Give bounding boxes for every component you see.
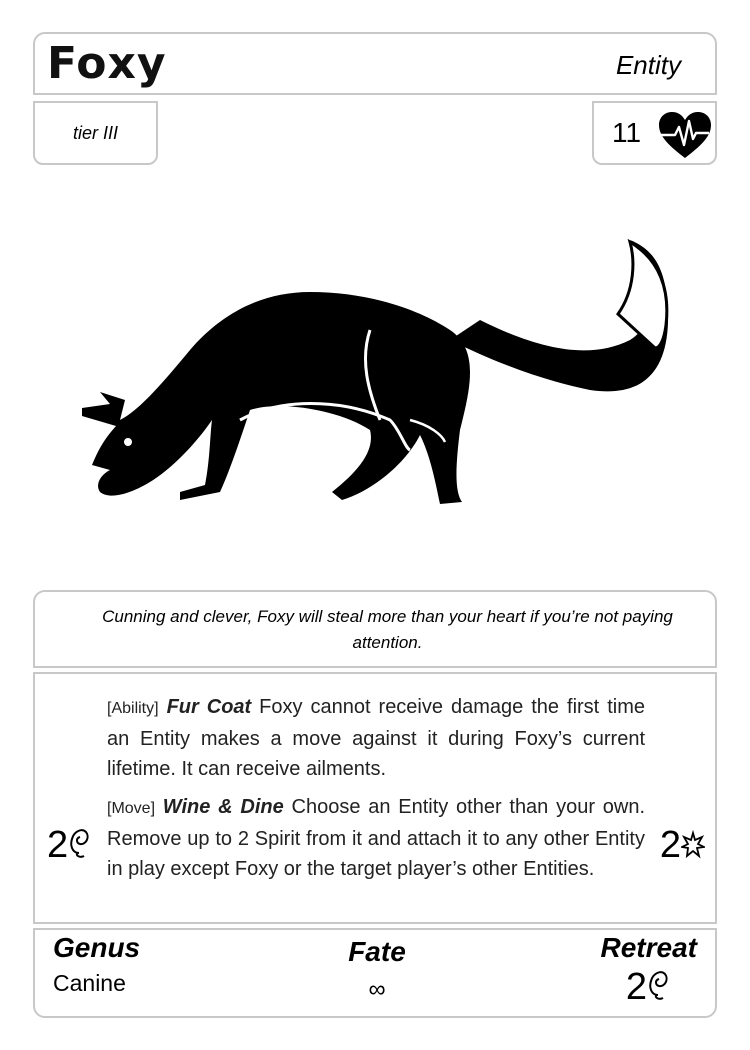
hp-value: 11 <box>612 117 642 148</box>
ability-name: Fur Coat <box>166 696 252 718</box>
fate-value: ∞ <box>368 976 386 1003</box>
spirit-icon <box>70 829 89 858</box>
footer-box: Genus Canine Fate ∞ Retreat 2 <box>33 928 717 1018</box>
burst-icon <box>679 829 707 859</box>
ability-fur-coat: [Ability] Fur Coat Foxy cannot receive d… <box>107 692 645 784</box>
flavor-text: Cunning and clever, Foxy will steal more… <box>102 607 673 652</box>
retreat-label: Retreat <box>600 932 697 963</box>
move-cost-value: 2 <box>47 824 69 866</box>
title-bar: Foxy Entity <box>33 32 717 95</box>
move-tag: [Move] <box>107 800 156 817</box>
retreat-cost: 2 <box>626 966 669 1009</box>
ability-text-block: [Ability] Fur Coat Foxy cannot receive d… <box>107 692 645 892</box>
spirit-icon <box>649 971 668 1000</box>
abilities-box: 2 [Ability] Fur Coat Foxy cannot receive… <box>33 672 717 924</box>
move-wine-and-dine: [Move] Wine & Dine Choose an Entity othe… <box>107 792 645 884</box>
card-name: Foxy <box>47 38 167 89</box>
retreat-cost-value: 2 <box>625 966 647 1008</box>
move-name: Wine & Dine <box>162 796 284 818</box>
ability-tag: [Ability] <box>107 700 159 717</box>
heart-pulse-icon <box>659 112 711 158</box>
tier-label: tier III <box>72 123 118 143</box>
hp-box: 11 <box>592 101 717 165</box>
move-damage-value: 2 <box>659 824 681 866</box>
fox-illustration <box>82 238 669 504</box>
move-damage: 2 <box>659 824 707 867</box>
card-type: Entity <box>615 50 681 80</box>
tier-box: tier III <box>33 101 158 165</box>
flavor-box: Cunning and clever, Foxy will steal more… <box>33 590 717 668</box>
move-cost: 2 <box>47 824 90 867</box>
